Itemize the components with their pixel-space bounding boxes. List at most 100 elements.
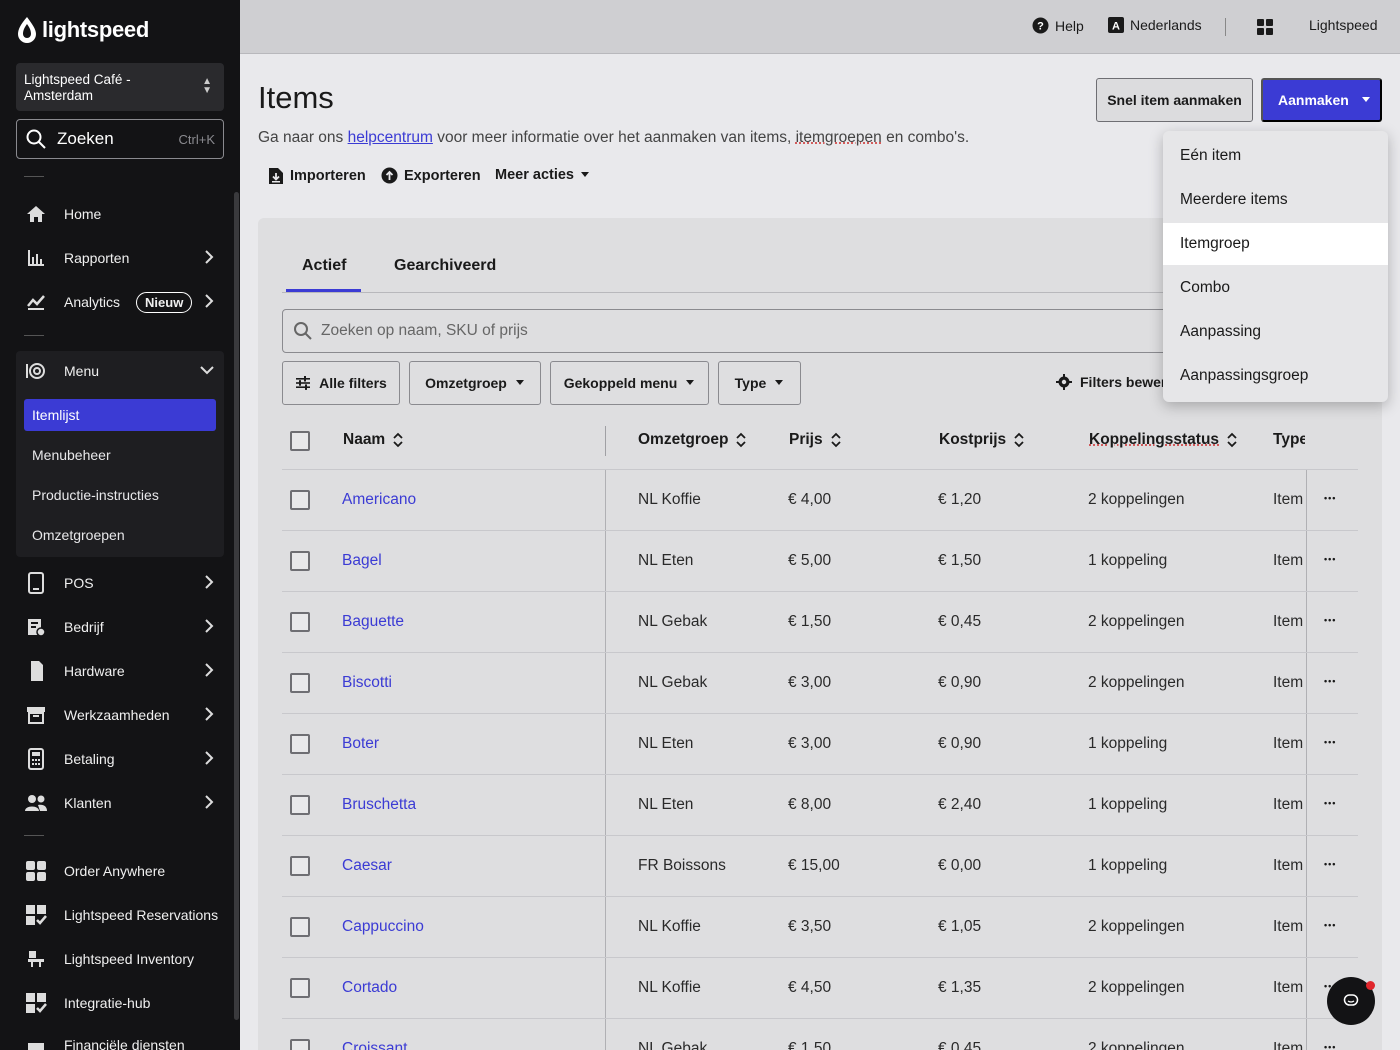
- store-name: Lightspeed Café - Amsterdam: [24, 72, 131, 103]
- row-checkbox[interactable]: [290, 673, 310, 693]
- column-header-koppelingsstatus[interactable]: Koppelingsstatus: [1089, 431, 1237, 449]
- row-checkbox[interactable]: [290, 917, 310, 937]
- row-checkbox[interactable]: [290, 551, 310, 571]
- more-actions-button[interactable]: Meer acties: [495, 167, 590, 183]
- sidebar-item-reservations[interactable]: Lightspeed Reservations: [16, 895, 224, 935]
- sort-icon: [1014, 432, 1024, 448]
- item-name-link[interactable]: Americano: [342, 491, 416, 509]
- column-header-omzetgroep[interactable]: Omzetgroep: [638, 431, 747, 449]
- sidebar-item-rapporten[interactable]: Rapporten: [16, 238, 224, 278]
- price-cell: € 3,00: [788, 735, 832, 752]
- column-resize-handle[interactable]: [605, 426, 606, 456]
- item-name-link[interactable]: Boter: [342, 735, 379, 753]
- help-center-link[interactable]: helpcentrum: [348, 129, 433, 146]
- row-actions-icon[interactable]: •••: [1324, 1042, 1336, 1050]
- row-checkbox[interactable]: [290, 490, 310, 510]
- item-name-link[interactable]: Cappuccino: [342, 918, 424, 936]
- sidebar-item-order-anywhere[interactable]: Order Anywhere: [16, 851, 224, 891]
- row-actions-icon[interactable]: •••: [1324, 798, 1336, 808]
- item-name-link[interactable]: Baguette: [342, 613, 404, 631]
- row-checkbox[interactable]: [290, 795, 310, 815]
- item-name-link[interactable]: Bruschetta: [342, 796, 416, 814]
- sidebar-search[interactable]: Zoeken Ctrl+K: [16, 119, 224, 159]
- import-button[interactable]: Importeren: [268, 167, 366, 185]
- inventory-icon: [24, 947, 48, 971]
- row-actions-icon[interactable]: •••: [1324, 554, 1336, 564]
- sidebar-item-pos[interactable]: POS: [16, 563, 224, 603]
- column-header-kostprijs[interactable]: Kostprijs: [939, 431, 1024, 449]
- account-menu[interactable]: Lightspeed: [1309, 17, 1378, 33]
- row-actions-icon[interactable]: •••: [1324, 493, 1336, 503]
- column-header-prijs[interactable]: Prijs: [789, 431, 841, 449]
- row-actions-icon[interactable]: •••: [1324, 859, 1336, 869]
- logo[interactable]: lightspeed: [16, 16, 149, 44]
- row-checkbox[interactable]: [290, 1039, 310, 1050]
- sidebar-scrollbar[interactable]: [234, 192, 239, 1020]
- help-link[interactable]: ? Help: [1032, 17, 1084, 34]
- sidebar-subitem-itemlijst[interactable]: Itemlijst: [24, 399, 216, 431]
- sidebar-item-financiele-diensten[interactable]: Financiële diensten: [16, 1025, 224, 1050]
- sidebar-subitem-productie-instructies[interactable]: Productie-instructies: [24, 479, 216, 511]
- item-name-link[interactable]: Caesar: [342, 857, 392, 875]
- create-button[interactable]: Aanmaken: [1261, 78, 1382, 122]
- sidebar-item-integratie-hub[interactable]: Integratie-hub: [16, 983, 224, 1023]
- export-button[interactable]: Exporteren: [381, 167, 481, 184]
- apps-grid-icon: [1257, 19, 1273, 35]
- sidebar-item-klanten[interactable]: Klanten: [16, 783, 224, 823]
- sidebar-item-betaling[interactable]: Betaling: [16, 739, 224, 779]
- revenue-group-cell: NL Koffie: [638, 918, 701, 935]
- item-name-link[interactable]: Cortado: [342, 979, 397, 997]
- sidebar-item-bedrijf[interactable]: Bedrijf: [16, 607, 224, 647]
- sidebar-subitem-omzetgroepen[interactable]: Omzetgroepen: [24, 519, 216, 551]
- item-name-link[interactable]: Bagel: [342, 552, 382, 570]
- sidebar-item-hardware[interactable]: Hardware: [16, 651, 224, 691]
- sidebar-item-analytics[interactable]: Analytics Nieuw: [16, 282, 224, 322]
- row-checkbox[interactable]: [290, 978, 310, 998]
- tab-actief[interactable]: Actief: [302, 257, 346, 275]
- row-actions-icon[interactable]: •••: [1324, 615, 1336, 625]
- language-selector[interactable]: A Nederlands: [1108, 17, 1202, 33]
- sidebar-item-werkzaamheden[interactable]: Werkzaamheden: [16, 695, 224, 735]
- cost-price-cell: € 1,35: [938, 979, 982, 996]
- menu-item-modifier-group[interactable]: Aanpassingsgroep: [1163, 355, 1388, 397]
- column-header-naam[interactable]: Naam: [343, 431, 403, 449]
- row-actions-icon[interactable]: •••: [1324, 920, 1336, 930]
- menu-item-item-group[interactable]: Itemgroep: [1163, 223, 1388, 265]
- sidebar-subitem-menubeheer[interactable]: Menubeheer: [24, 439, 216, 471]
- column-header-type[interactable]: Type: [1273, 431, 1305, 449]
- edit-filters-button[interactable]: Filters bewerk: [1056, 374, 1174, 390]
- menu-item-combo[interactable]: Combo: [1163, 267, 1388, 309]
- column-header-label: Prijs: [789, 431, 823, 448]
- tab-gearchiveerd[interactable]: Gearchiveerd: [394, 257, 496, 275]
- omzetgroep-filter[interactable]: Omzetgroep: [409, 361, 541, 405]
- price-cell: € 8,00: [788, 796, 832, 813]
- row-checkbox[interactable]: [290, 612, 310, 632]
- row-actions-icon[interactable]: •••: [1324, 676, 1336, 686]
- row-actions-icon[interactable]: •••: [1324, 737, 1336, 747]
- price-cell: € 4,00: [788, 491, 832, 508]
- row-checkbox[interactable]: [290, 734, 310, 754]
- link-status-cell: 1 koppeling: [1088, 735, 1168, 752]
- type-filter[interactable]: Type: [718, 361, 801, 405]
- linked-menu-filter[interactable]: Gekoppeld menu: [550, 361, 709, 405]
- sidebar-item-inventory[interactable]: Lightspeed Inventory: [16, 939, 224, 979]
- apps-grid-button[interactable]: [1257, 19, 1273, 35]
- menu-item-multiple-items[interactable]: Meerdere items: [1163, 179, 1388, 221]
- menu-item-modifier[interactable]: Aanpassing: [1163, 311, 1388, 353]
- items-search-input[interactable]: Zoeken op naam, SKU of prijs: [282, 309, 1182, 353]
- row-checkbox[interactable]: [290, 856, 310, 876]
- item-name-link[interactable]: Croissant: [342, 1040, 407, 1050]
- all-filters-button[interactable]: Alle filters: [282, 361, 400, 405]
- item-name-link[interactable]: Biscotti: [342, 674, 392, 692]
- linked-menu-filter-label: Gekoppeld menu: [563, 375, 678, 391]
- store-selector[interactable]: Lightspeed Café - Amsterdam ▲ ▼: [16, 63, 224, 111]
- sidebar-item-home[interactable]: Home: [16, 194, 224, 234]
- type-cell: Item: [1273, 491, 1304, 508]
- menu-item-single-item[interactable]: Eén item: [1163, 135, 1388, 177]
- quick-create-button[interactable]: Snel item aanmaken: [1096, 78, 1253, 122]
- divider: [24, 176, 44, 177]
- select-all-checkbox[interactable]: [290, 431, 310, 451]
- all-filters-label: Alle filters: [319, 375, 387, 391]
- sidebar-item-menu[interactable]: Menu: [16, 351, 224, 391]
- row-divider: [282, 957, 1358, 958]
